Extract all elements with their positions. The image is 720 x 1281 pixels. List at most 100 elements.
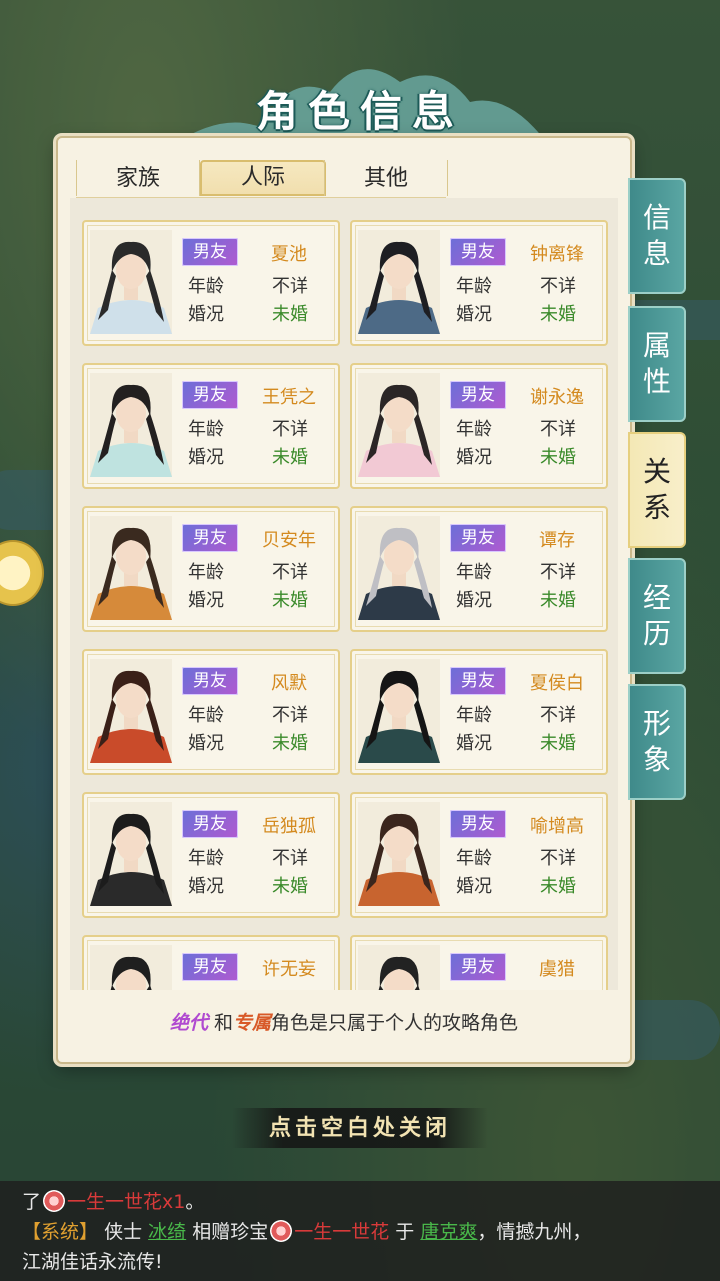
chat-text: ，情撼九州， (477, 1221, 592, 1243)
relation-badge: 男友 (182, 810, 238, 838)
age-value: 不详 (540, 276, 576, 297)
relation-badge: 男友 (450, 953, 506, 981)
character-card[interactable]: 男友 喻增高 年龄 不详 婚况 未婚 (350, 792, 608, 918)
character-portrait (90, 230, 172, 334)
character-card[interactable]: 男友 谭存 年龄 不详 婚况 未婚 (350, 506, 608, 632)
marriage-value: 未婚 (540, 447, 576, 468)
character-name: 风默 (271, 673, 307, 694)
character-card[interactable]: 男友 贝安年 年龄 不详 婚况 未婚 (82, 506, 340, 632)
marriage-value: 未婚 (272, 876, 308, 897)
age-value: 不详 (272, 419, 308, 440)
age-value: 不详 (272, 562, 308, 583)
chat-line-2: 【系统】 侠士 冰绮 相赠珍宝 一生一世花 于 唐克爽，情撼九州， (22, 1217, 591, 1244)
side-tab-history[interactable]: 经历 (628, 558, 686, 674)
tab-family[interactable]: 家族 (76, 160, 200, 196)
character-card[interactable]: 男友 虞猎 (350, 935, 608, 990)
character-name: 谭存 (539, 530, 575, 551)
character-name: 岳独孤 (262, 816, 316, 837)
character-card[interactable]: 男友 夏池 年龄 不详 婚况 未婚 (82, 220, 340, 346)
marriage-label: 婚况 (188, 876, 224, 897)
character-portrait (90, 659, 172, 763)
marriage-label: 婚况 (188, 304, 224, 325)
marriage-label: 婚况 (188, 447, 224, 468)
age-value: 不详 (272, 848, 308, 869)
side-tab-label: 关系 (642, 455, 671, 524)
relation-badge: 男友 (182, 238, 238, 266)
age-value: 不详 (540, 848, 576, 869)
character-card[interactable]: 男友 岳独孤年龄 不详婚况 未婚 (82, 792, 340, 918)
chat-text: 了 (22, 1191, 42, 1213)
age-value: 不详 (272, 705, 308, 726)
marriage-label: 婚况 (188, 733, 224, 754)
marriage-value: 未婚 (272, 733, 308, 754)
tab-other[interactable]: 其他 (324, 160, 448, 196)
flower-icon (43, 1190, 66, 1212)
character-portrait (358, 659, 440, 763)
chat-log[interactable]: 了 一生一世花x1。 【系统】 侠士 冰绮 相赠珍宝 一生一世花 于 唐克爽，情撼九… (0, 1181, 720, 1281)
relation-badge: 男友 (182, 381, 238, 409)
character-card[interactable]: 男友 许无妄 (82, 935, 340, 990)
character-portrait (358, 945, 440, 990)
footer-note: 绝代 和专属角色是只属于个人的攻略角色 (58, 1008, 630, 1035)
character-name: 谢永逸 (530, 387, 584, 408)
marriage-value: 未婚 (272, 304, 308, 325)
chat-line-1: 了 一生一世花x1。 (22, 1187, 204, 1214)
character-portrait (90, 516, 172, 620)
character-card[interactable]: 男友 钟离锋 年龄 不详 婚况 未婚 (350, 220, 608, 346)
character-name: 虞猎 (539, 959, 575, 980)
age-label: 年龄 (456, 705, 492, 726)
system-tag: 【系统】 (22, 1221, 99, 1243)
character-card[interactable]: 男友 风默 年龄 不详 婚况 未婚 (82, 649, 340, 775)
age-value: 不详 (540, 562, 576, 583)
chat-item: 一生一世花 (294, 1221, 390, 1243)
character-name: 夏侯白 (530, 673, 584, 694)
character-list[interactable]: 男友 夏池 年龄 不详 婚况 未婚 男友 钟离锋 年龄 不详 婚况 未婚 男友 王凭之 年龄 不详 婚况 未婚 男友… (70, 198, 618, 990)
side-tab-label: 信息 (642, 201, 671, 270)
footer-text: 角色是只属于个人的攻略角色 (271, 1012, 519, 1034)
marriage-label: 婚况 (456, 447, 492, 468)
marriage-value: 未婚 (540, 876, 576, 897)
side-tab-attributes[interactable]: 属性 (628, 306, 686, 422)
marriage-value: 未婚 (272, 447, 308, 468)
player-link[interactable]: 冰绮 (148, 1221, 186, 1243)
age-label: 年龄 (188, 848, 224, 869)
page-title: 角色信息 (255, 87, 464, 136)
character-portrait (358, 230, 440, 334)
character-portrait (90, 373, 172, 477)
relation-badge: 男友 (182, 667, 238, 695)
character-card[interactable]: 男友 王凭之 年龄 不详 婚况 未婚 (82, 363, 340, 489)
age-label: 年龄 (188, 419, 224, 440)
marriage-label: 婚况 (456, 876, 492, 897)
side-tab-label: 形象 (642, 707, 671, 776)
character-name: 钟离锋 (530, 244, 584, 265)
side-tab-appearance[interactable]: 形象 (628, 684, 686, 800)
chat-text: 。 (185, 1191, 205, 1213)
character-card[interactable]: 男友 谢永逸年龄 不详婚况 未婚 (350, 363, 608, 489)
side-tab-relations[interactable]: 关系 (628, 432, 686, 548)
marriage-label: 婚况 (456, 733, 492, 754)
age-label: 年龄 (188, 276, 224, 297)
marriage-value: 未婚 (540, 304, 576, 325)
character-portrait (358, 373, 440, 477)
character-card[interactable]: 男友 夏侯白 年龄 不详 婚况 未婚 (350, 649, 608, 775)
flower-icon (270, 1220, 293, 1242)
character-info-panel: 家族 人际 其他 男友 夏池 年龄 不详 婚况 未婚 男友 钟离锋 年龄 不详 婚况 未婚 男友 王凭之年… (56, 136, 632, 1064)
age-label: 年龄 (456, 419, 492, 440)
age-label: 年龄 (456, 562, 492, 583)
character-portrait (90, 802, 172, 906)
relation-badge: 男友 (450, 238, 506, 266)
age-value: 不详 (540, 419, 576, 440)
tag-peerless: 绝代 (169, 1012, 208, 1034)
marriage-value: 未婚 (272, 590, 308, 611)
player-link[interactable]: 唐克爽 (420, 1221, 477, 1243)
character-portrait (90, 945, 172, 990)
relation-badge: 男友 (450, 381, 506, 409)
tab-bar: 家族 人际 其他 (76, 160, 448, 199)
close-hint[interactable]: 点击空白处关闭 (232, 1108, 488, 1148)
marriage-label: 婚况 (456, 304, 492, 325)
side-tab-info[interactable]: 信息 (628, 178, 686, 294)
chat-item: 一生一世花x1 (67, 1191, 186, 1213)
relation-badge: 男友 (450, 667, 506, 695)
tab-relations[interactable]: 人际 (200, 160, 326, 196)
chat-text: 侠士 (104, 1221, 143, 1243)
